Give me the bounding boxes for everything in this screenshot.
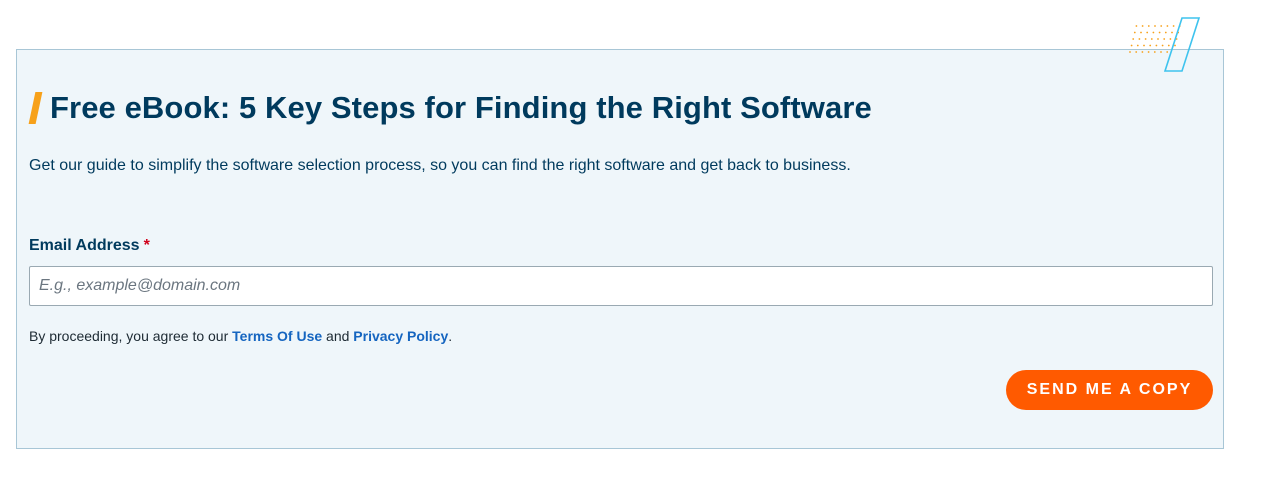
email-label: Email Address * <box>29 237 150 255</box>
privacy-policy-link[interactable]: Privacy Policy <box>353 328 448 344</box>
send-me-a-copy-button[interactable]: SEND ME A COPY <box>1006 370 1213 410</box>
title-accent-slash <box>28 92 43 124</box>
parallelogram-dots-decoration-icon <box>1129 17 1201 72</box>
title-row: Free eBook: 5 Key Steps for Finding the … <box>28 90 872 126</box>
required-asterisk: * <box>143 237 150 254</box>
consent-text: By proceeding, you agree to our Terms Of… <box>29 328 452 344</box>
terms-of-use-link[interactable]: Terms Of Use <box>232 328 322 344</box>
ebook-signup-card: Free eBook: 5 Key Steps for Finding the … <box>16 49 1224 449</box>
ebook-title: Free eBook: 5 Key Steps for Finding the … <box>50 90 872 125</box>
page: Free eBook: 5 Key Steps for Finding the … <box>0 0 1270 503</box>
email-label-text: Email Address <box>29 237 140 254</box>
email-input[interactable] <box>29 266 1213 306</box>
consent-and: and <box>326 328 350 344</box>
ebook-subtitle: Get our guide to simplify the software s… <box>29 157 851 174</box>
consent-suffix: . <box>448 328 453 344</box>
consent-prefix: By proceeding, you agree to our <box>29 328 229 344</box>
